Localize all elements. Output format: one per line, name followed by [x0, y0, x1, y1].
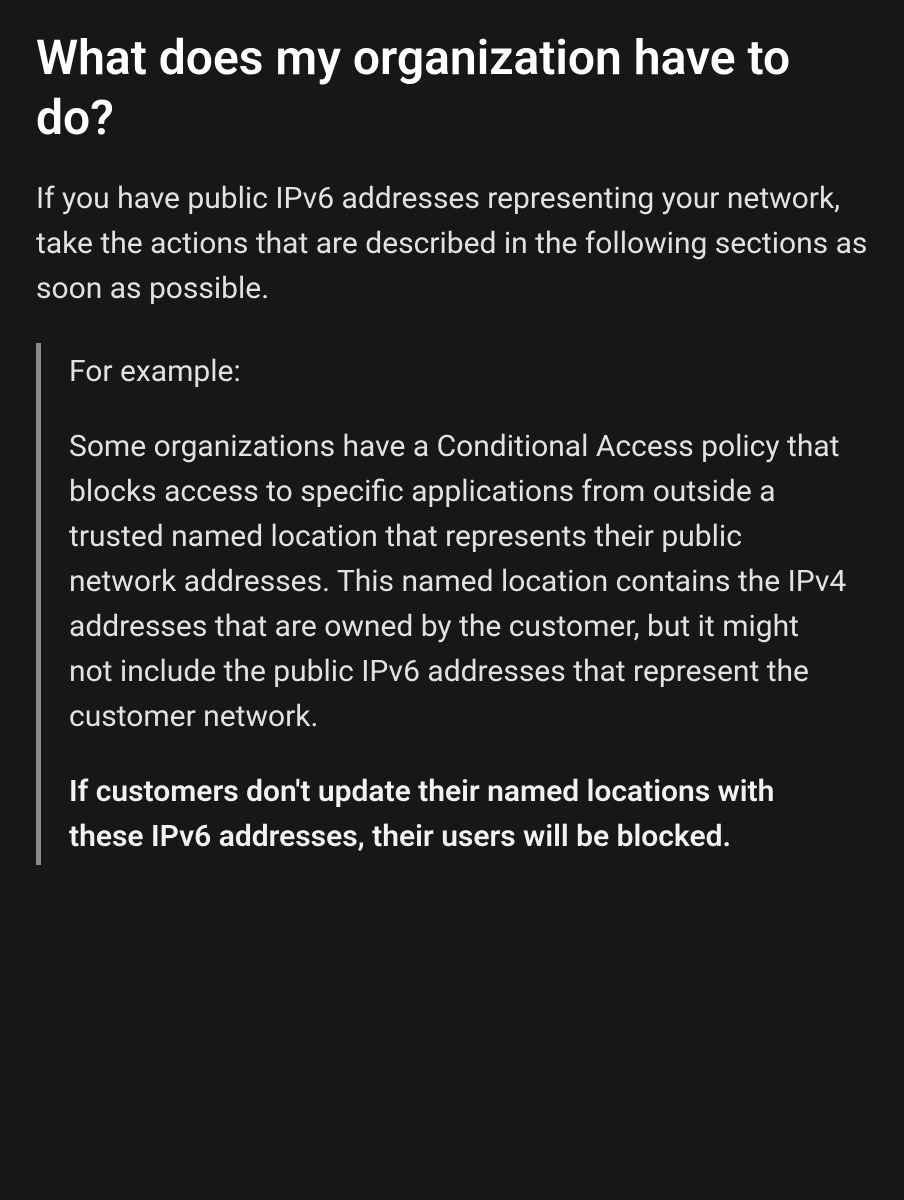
section-heading: What does my organization have to do?	[36, 28, 868, 148]
example-block: For example: Some organizations have a C…	[36, 343, 868, 865]
document-page: What does my organization have to do? If…	[0, 0, 904, 1200]
example-label: For example:	[69, 349, 848, 394]
example-body: Some organizations have a Conditional Ac…	[69, 424, 848, 739]
intro-paragraph: If you have public IPv6 addresses repres…	[36, 176, 868, 311]
example-warning: If customers don't update their named lo…	[69, 769, 848, 859]
